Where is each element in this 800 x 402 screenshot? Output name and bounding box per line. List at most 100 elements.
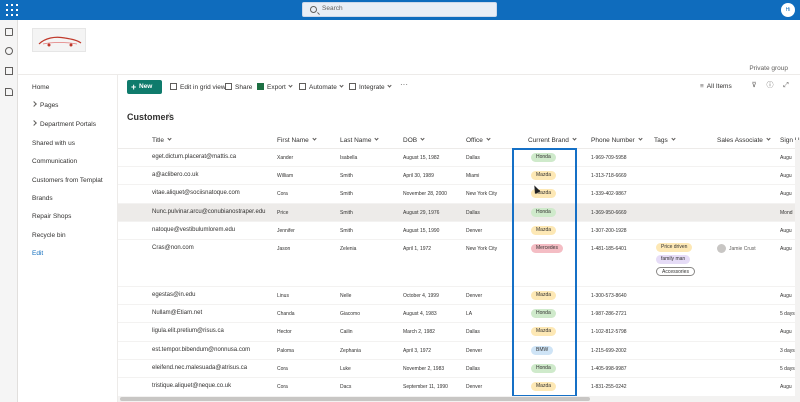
table-row[interactable]: tristique.aliquet@neque.co.uk Cora Dacs Sep…: [118, 378, 800, 395]
column-header-label: Phone Number: [591, 137, 635, 144]
column-header[interactable]: Tags: [654, 136, 676, 144]
search-icon: [310, 6, 317, 13]
nav-item-shared-with-us[interactable]: Shared with us: [32, 140, 75, 147]
table-row[interactable]: Nullam@Etiam.net Chanda Giacomo August 4, 1…: [118, 305, 800, 324]
nav-label: Repair Shops: [32, 213, 72, 220]
privacy-label: Private group: [749, 65, 788, 72]
column-header[interactable]: Sales Associate: [717, 136, 771, 144]
new-button[interactable]: New: [127, 80, 162, 94]
cell-last: Nelle: [340, 293, 352, 299]
cell-phone: 1-313-718-6669: [591, 173, 627, 180]
news-icon[interactable]: [5, 67, 13, 75]
cell-first: Hector: [277, 329, 292, 336]
table-row[interactable]: eget.dictum.placerat@mattis.ca Xander Isab…: [118, 149, 800, 168]
cell-title[interactable]: eget.dictum.placerat@mattis.ca: [152, 154, 236, 160]
nav-item-pages[interactable]: Pages: [31, 101, 58, 109]
cell-office: Dallas: [466, 209, 480, 216]
nav-item-customers-template[interactable]: Customers from Templat: [32, 177, 103, 184]
nav-label: Department Portals: [40, 121, 96, 128]
cell-title[interactable]: Cras@non.com: [152, 245, 194, 251]
integrate-icon: [349, 83, 356, 90]
nav-item-repair-shops[interactable]: Repair Shops: [32, 213, 71, 220]
table-row[interactable]: Nunc.pulvinar.arcu@conubianostraper.edu P…: [118, 203, 800, 222]
chevron-right-icon: [31, 120, 37, 126]
cell-title[interactable]: egestas@in.edu: [152, 292, 195, 298]
automate-button[interactable]: Automate: [299, 83, 344, 91]
cell-phone: 1-481-185-6401: [591, 246, 627, 252]
globe-icon[interactable]: [5, 47, 13, 55]
view-selector[interactable]: All Items: [700, 83, 732, 90]
table-row[interactable]: Cras@non.com Jason Zelenia April 1, 1972 New…: [118, 240, 800, 287]
nav-edit-link[interactable]: Edit: [32, 250, 43, 257]
cell-office: Miami: [466, 173, 480, 180]
column-header[interactable]: Office: [466, 136, 491, 144]
nav-item-home[interactable]: Home: [32, 84, 49, 91]
cell-title[interactable]: natoque@vestibulumlorem.edu: [152, 227, 235, 233]
cell-title[interactable]: vitae.aliquet@sociisnatoque.com: [152, 190, 240, 196]
cell-dob: August 4, 1983: [403, 311, 437, 318]
favorite-star-icon[interactable]: ☆: [166, 111, 173, 120]
nav-item-recycle-bin[interactable]: Recycle bin: [32, 232, 66, 239]
info-icon[interactable]: ⓘ: [766, 82, 774, 90]
column-header-label: Sales Associate: [717, 137, 763, 144]
cell-phone: 1-987-286-2721: [591, 311, 627, 318]
automate-icon: [299, 83, 306, 90]
horizontal-scrollbar[interactable]: [118, 396, 800, 402]
scrollbar-thumb[interactable]: [120, 397, 590, 401]
cell-first: Jennifer: [277, 227, 295, 234]
cell-phone: 1-405-998-9987: [591, 365, 627, 372]
table-row[interactable]: eleifend.nec.malesuada@atrisus.ca Cora Luk…: [118, 360, 800, 378]
column-header[interactable]: Current Brand: [528, 136, 577, 144]
filter-icon[interactable]: ⊽: [750, 82, 758, 90]
nav-item-brands[interactable]: Brands: [32, 195, 53, 202]
user-avatar[interactable]: Hi: [781, 3, 795, 17]
table-row[interactable]: natoque@vestibulumlorem.edu Jennifer Smith…: [118, 222, 800, 240]
cell-title[interactable]: eleifend.nec.malesuada@atrisus.ca: [152, 365, 247, 371]
column-header-label: Title: [152, 137, 165, 144]
tag-pill: Price driven: [656, 243, 693, 252]
table-row[interactable]: est.tempor.bibendum@nonnusa.com Paloma Zep…: [118, 342, 800, 360]
expand-icon[interactable]: ⤢: [782, 82, 790, 90]
cell-dob: August 15, 1990: [403, 227, 440, 234]
home-icon[interactable]: [5, 28, 13, 36]
export-button[interactable]: Export: [257, 83, 293, 91]
chevron-down-icon: [638, 136, 643, 141]
column-header[interactable]: DOB: [403, 136, 425, 144]
cell-phone: 1-369-950-6669: [591, 209, 627, 216]
document-icon[interactable]: [5, 88, 13, 96]
column-header[interactable]: Last Name: [340, 136, 380, 144]
cell-office: Denver: [466, 227, 483, 234]
more-options-icon[interactable]: ···: [400, 80, 408, 89]
integrate-button[interactable]: Integrate: [349, 83, 392, 91]
share-button[interactable]: Share: [225, 83, 252, 91]
chevron-down-icon: [671, 136, 676, 141]
table-row[interactable]: ligula.elit.pretium@risus.ca Hector Cailin…: [118, 323, 800, 342]
cell-title[interactable]: Nunc.pulvinar.arcu@conubianostraper.edu: [152, 209, 266, 215]
edit-grid-button[interactable]: Edit in grid view: [170, 83, 226, 91]
column-header[interactable]: First Name: [277, 136, 317, 144]
cell-title[interactable]: est.tempor.bibendum@nonnusa.com: [152, 347, 250, 353]
sales-associate-persona[interactable]: Jamie Crust: [717, 244, 756, 253]
table-row[interactable]: vitae.aliquet@sociisnatoque.com Cora Smith…: [118, 185, 800, 204]
cell-dob: November 28, 2000: [403, 191, 447, 198]
vertical-scrollbar[interactable]: [795, 140, 800, 396]
cell-dob: April 30, 1989: [403, 173, 434, 180]
column-header-label: Last Name: [340, 137, 372, 144]
cell-title[interactable]: ligula.elit.pretium@risus.ca: [152, 328, 224, 334]
nav-item-department-portals[interactable]: Department Portals: [31, 120, 96, 128]
search-box[interactable]: Search: [302, 2, 497, 17]
nav-item-communication[interactable]: Communication: [32, 158, 77, 165]
cell-title[interactable]: a@aclibero.co.uk: [152, 172, 198, 178]
search-placeholder: Search: [322, 5, 343, 12]
site-logo[interactable]: [32, 28, 86, 52]
cell-sign: Augu: [780, 293, 792, 299]
cell-office: New York City: [466, 246, 498, 252]
cell-title[interactable]: tristique.aliquet@neque.co.uk: [152, 383, 231, 389]
cell-title[interactable]: Nullam@Etiam.net: [152, 310, 202, 316]
table-row[interactable]: a@aclibero.co.uk William Smith April 30, 19…: [118, 167, 800, 186]
table-row[interactable]: egestas@in.edu Linus Nelle October 4, 1999 D…: [118, 287, 800, 306]
column-header[interactable]: Title: [152, 136, 172, 144]
cell-sign: Augu: [780, 173, 792, 180]
column-header[interactable]: Phone Number: [591, 136, 643, 144]
app-launcher-icon[interactable]: [6, 4, 18, 16]
